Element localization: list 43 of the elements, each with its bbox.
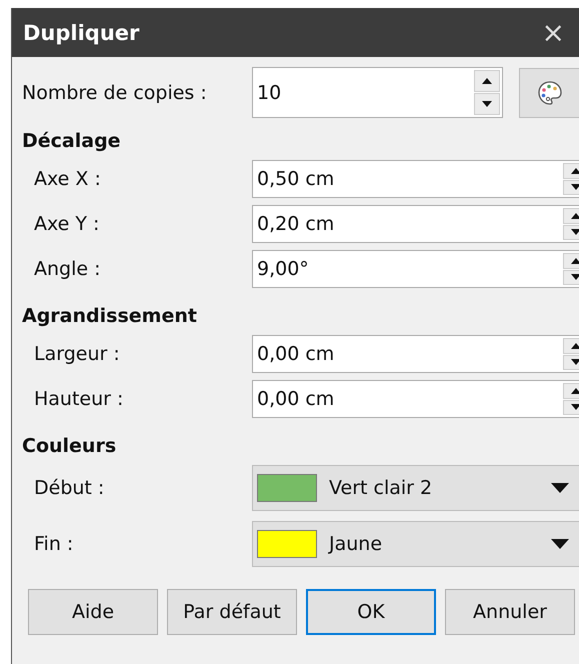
field-label: Axe X :	[33, 168, 102, 190]
dialog-button[interactable]: OK	[306, 589, 436, 635]
color-dropdown[interactable]: Vert clair 2	[252, 465, 579, 511]
dialog-button[interactable]: Annuler	[445, 589, 575, 635]
up-arrow-icon	[571, 342, 579, 349]
spin-field[interactable]: 0,00 cm	[252, 335, 579, 373]
down-arrow-icon	[571, 359, 579, 366]
up-arrow-icon	[482, 78, 492, 84]
down-arrow-icon	[571, 184, 579, 190]
dropdown-arrow-icon	[551, 539, 569, 549]
spin-field[interactable]: 0,00 cm	[252, 380, 579, 418]
spin-field[interactable]: 0,50 cm	[252, 160, 579, 198]
field-label: Angle :	[33, 258, 102, 280]
spin-field[interactable]: 0,20 cm	[252, 205, 579, 243]
dialog-button[interactable]: Aide	[28, 589, 158, 635]
dropdown-arrow-icon	[551, 483, 569, 493]
up-arrow-icon	[571, 168, 579, 174]
window-title: Dupliquer	[23, 20, 140, 44]
section-heading: Agrandissement	[22, 305, 198, 327]
field-label: Début :	[33, 477, 106, 499]
spin-field[interactable]: 9,00°	[252, 250, 579, 288]
down-arrow-icon	[571, 274, 579, 280]
section-heading: Couleurs	[22, 435, 118, 457]
field-label: Axe Y :	[33, 213, 100, 235]
field-label: Hauteur :	[33, 388, 124, 410]
field-label: Fin :	[33, 533, 74, 555]
up-arrow-icon	[571, 258, 579, 264]
color-palette-button[interactable]	[519, 68, 579, 118]
color-dropdown[interactable]: Jaune	[252, 521, 579, 567]
up-arrow-icon	[571, 212, 579, 219]
decrement-button[interactable]	[474, 93, 500, 115]
increment-button[interactable]	[474, 70, 500, 92]
down-arrow-icon	[571, 404, 579, 410]
down-arrow-icon	[571, 229, 579, 236]
spin-field[interactable]: 10	[252, 67, 503, 118]
field-label: Nombre de copies :	[22, 82, 208, 104]
down-arrow-icon	[482, 101, 492, 107]
close-button[interactable]: ×	[542, 18, 565, 46]
section-heading: Décalage	[22, 130, 122, 152]
dialog-button[interactable]: Par défaut	[167, 589, 297, 635]
up-arrow-icon	[571, 388, 579, 394]
palette-icon	[537, 80, 563, 106]
field-label: Largeur :	[33, 343, 121, 365]
